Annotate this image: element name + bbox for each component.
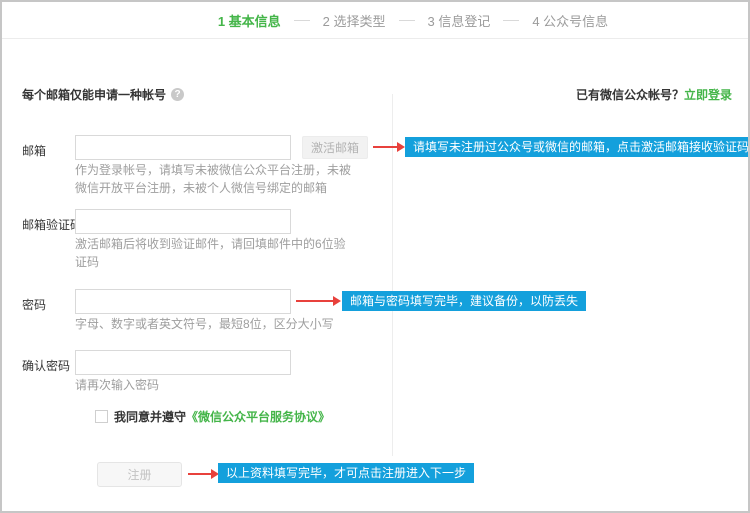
- step-separator: [503, 20, 519, 21]
- stepper-bar: 1 基本信息 2 选择类型 3 信息登记 4 公众号信息: [2, 2, 748, 39]
- email-input[interactable]: [75, 135, 291, 160]
- password-tip-callout: 邮箱与密码填写完毕，建议备份，以防丢失: [342, 291, 586, 311]
- registration-page: 1 基本信息 2 选择类型 3 信息登记 4 公众号信息 每个邮箱仅能申请一种帐…: [0, 0, 750, 513]
- password-help-text: 字母、数字或者英文符号，最短8位，区分大小写: [75, 315, 357, 333]
- email-limit-note-text: 每个邮箱仅能申请一种帐号: [22, 86, 166, 103]
- step-separator: [399, 20, 415, 21]
- email-limit-note: 每个邮箱仅能申请一种帐号 ?: [22, 86, 184, 103]
- email-code-input[interactable]: [75, 209, 291, 234]
- arrow-right-icon: [188, 473, 212, 475]
- step-separator: [294, 20, 310, 21]
- arrow-right-icon: [373, 146, 398, 148]
- vertical-divider: [392, 94, 393, 456]
- email-label: 邮箱: [22, 142, 46, 159]
- email-tip-callout: 请填写未注册过公众号或微信的邮箱，点击激活邮箱接收验证码: [405, 137, 750, 157]
- step-info-registration: 3 信息登记: [428, 11, 491, 30]
- agreement-text: 我同意并遵守《微信公众平台服务协议》: [114, 408, 330, 425]
- step-basic-info: 1 基本信息: [218, 11, 281, 30]
- login-prompt-text: 已有微信公众帐号？: [576, 88, 684, 102]
- confirm-password-input[interactable]: [75, 350, 291, 375]
- service-agreement-link[interactable]: 《微信公众平台服务协议》: [186, 410, 330, 424]
- login-prompt: 已有微信公众帐号？立即登录: [576, 86, 732, 103]
- password-label: 密码: [22, 296, 46, 313]
- confirm-password-label: 确认密码: [22, 357, 70, 374]
- agreement-checkbox[interactable]: [95, 410, 108, 423]
- activate-email-button[interactable]: 激活邮箱: [302, 136, 368, 159]
- password-input[interactable]: [75, 289, 291, 314]
- arrow-right-icon: [296, 300, 334, 302]
- step-account-type: 2 选择类型: [323, 11, 386, 30]
- email-help-text: 作为登录帐号，请填写未被微信公众平台注册，未被微信开放平台注册，未被个人微信号绑…: [75, 161, 357, 197]
- confirm-password-help-text: 请再次输入密码: [75, 376, 357, 394]
- submit-tip-callout: 以上资料填写完毕，才可点击注册进入下一步: [218, 463, 474, 483]
- agreement-prefix: 我同意并遵守: [114, 410, 186, 424]
- question-circle-icon[interactable]: ?: [171, 88, 184, 101]
- agreement-row: 我同意并遵守《微信公众平台服务协议》: [95, 408, 330, 425]
- email-code-help-text: 激活邮箱后将收到验证邮件，请回填邮件中的6位验证码: [75, 235, 357, 271]
- register-button[interactable]: 注册: [97, 462, 182, 487]
- email-code-label: 邮箱验证码: [22, 216, 82, 233]
- step-account-info: 4 公众号信息: [532, 11, 608, 30]
- login-now-link[interactable]: 立即登录: [684, 88, 732, 102]
- stepper: 1 基本信息 2 选择类型 3 信息登记 4 公众号信息: [218, 11, 608, 30]
